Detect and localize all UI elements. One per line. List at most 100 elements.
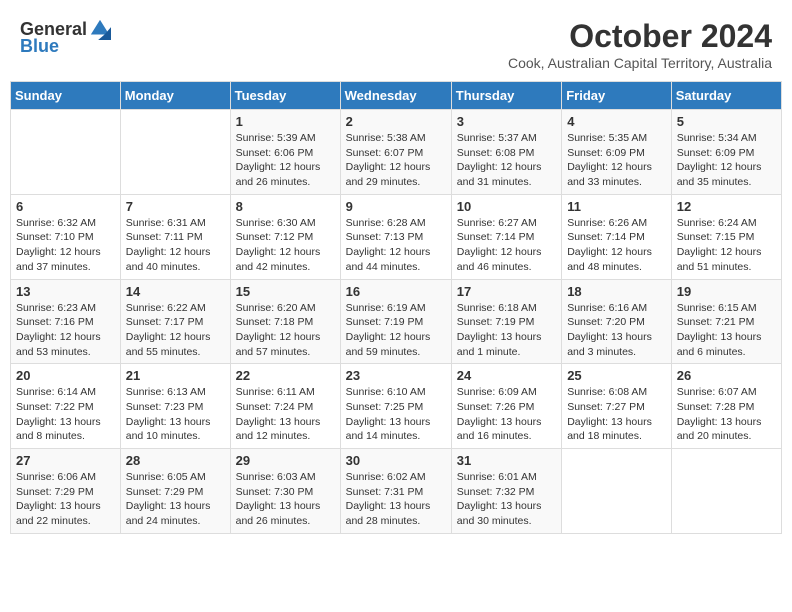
calendar-cell [120,110,230,195]
calendar-cell: 4 Sunrise: 5:35 AM Sunset: 6:09 PM Daylig… [562,110,672,195]
calendar-cell: 6 Sunrise: 6:32 AM Sunset: 7:10 PM Daylig… [11,194,121,279]
day-header-wednesday: Wednesday [340,82,451,110]
day-info: Sunrise: 6:08 AM Sunset: 7:27 PM Dayligh… [567,385,666,444]
day-number: 17 [457,284,556,299]
location-text: Cook, Australian Capital Territory, Aust… [508,55,772,71]
calendar-cell: 9 Sunrise: 6:28 AM Sunset: 7:13 PM Daylig… [340,194,451,279]
day-info: Sunrise: 5:39 AM Sunset: 6:06 PM Dayligh… [236,131,335,190]
calendar-cell: 3 Sunrise: 5:37 AM Sunset: 6:08 PM Daylig… [451,110,561,195]
day-info: Sunrise: 6:18 AM Sunset: 7:19 PM Dayligh… [457,301,556,360]
day-header-sunday: Sunday [11,82,121,110]
day-info: Sunrise: 6:27 AM Sunset: 7:14 PM Dayligh… [457,216,556,275]
calendar-cell: 25 Sunrise: 6:08 AM Sunset: 7:27 PM Dayli… [562,364,672,449]
month-title: October 2024 [508,18,772,55]
day-number: 8 [236,199,335,214]
calendar-table: SundayMondayTuesdayWednesdayThursdayFrid… [10,81,782,534]
day-number: 26 [677,368,776,383]
day-info: Sunrise: 5:38 AM Sunset: 6:07 PM Dayligh… [346,131,446,190]
logo-icon [89,18,111,40]
calendar-cell: 30Sunrise: 6:02 AM Sunset: 7:31 PM Dayli… [340,449,451,534]
day-number: 9 [346,199,446,214]
day-number: 28 [126,453,225,468]
calendar-cell: 17 Sunrise: 6:18 AM Sunset: 7:19 PM Dayli… [451,279,561,364]
day-number: 21 [126,368,225,383]
calendar-cell: 2 Sunrise: 5:38 AM Sunset: 6:07 PM Daylig… [340,110,451,195]
day-info: Sunrise: 6:10 AM Sunset: 7:25 PM Dayligh… [346,385,446,444]
day-info: Sunrise: 5:35 AM Sunset: 6:09 PM Dayligh… [567,131,666,190]
day-number: 1 [236,114,335,129]
logo-blue-text: Blue [20,36,59,57]
calendar-week-row: 20Sunrise: 6:14 AM Sunset: 7:22 PM Dayli… [11,364,782,449]
calendar-cell: 31Sunrise: 6:01 AM Sunset: 7:32 PM Dayli… [451,449,561,534]
day-number: 27 [16,453,115,468]
calendar-cell: 22 Sunrise: 6:11 AM Sunset: 7:24 PM Dayli… [230,364,340,449]
day-number: 13 [16,284,115,299]
day-number: 31 [457,453,556,468]
calendar-cell: 19 Sunrise: 6:15 AM Sunset: 7:21 PM Dayli… [671,279,781,364]
day-number: 22 [236,368,335,383]
calendar-cell [11,110,121,195]
calendar-cell: 13 Sunrise: 6:23 AM Sunset: 7:16 PM Dayli… [11,279,121,364]
day-info: Sunrise: 6:20 AM Sunset: 7:18 PM Dayligh… [236,301,335,360]
calendar-cell: 8Sunrise: 6:30 AM Sunset: 7:12 PM Daylig… [230,194,340,279]
day-number: 16 [346,284,446,299]
day-number: 4 [567,114,666,129]
day-number: 5 [677,114,776,129]
calendar-week-row: 1 Sunrise: 5:39 AM Sunset: 6:06 PM Daylig… [11,110,782,195]
calendar-week-row: 13 Sunrise: 6:23 AM Sunset: 7:16 PM Dayli… [11,279,782,364]
calendar-cell: 18 Sunrise: 6:16 AM Sunset: 7:20 PM Dayli… [562,279,672,364]
day-info: Sunrise: 6:03 AM Sunset: 7:30 PM Dayligh… [236,470,335,529]
day-number: 29 [236,453,335,468]
calendar-cell: 7 Sunrise: 6:31 AM Sunset: 7:11 PM Daylig… [120,194,230,279]
day-info: Sunrise: 6:09 AM Sunset: 7:26 PM Dayligh… [457,385,556,444]
calendar-cell [671,449,781,534]
day-header-tuesday: Tuesday [230,82,340,110]
day-header-monday: Monday [120,82,230,110]
day-info: Sunrise: 6:13 AM Sunset: 7:23 PM Dayligh… [126,385,225,444]
day-info: Sunrise: 6:11 AM Sunset: 7:24 PM Dayligh… [236,385,335,444]
day-number: 6 [16,199,115,214]
day-number: 15 [236,284,335,299]
calendar-cell: 20Sunrise: 6:14 AM Sunset: 7:22 PM Dayli… [11,364,121,449]
day-header-thursday: Thursday [451,82,561,110]
calendar-cell: 11 Sunrise: 6:26 AM Sunset: 7:14 PM Dayli… [562,194,672,279]
day-info: Sunrise: 6:32 AM Sunset: 7:10 PM Dayligh… [16,216,115,275]
day-info: Sunrise: 6:28 AM Sunset: 7:13 PM Dayligh… [346,216,446,275]
calendar-cell: 27Sunrise: 6:06 AM Sunset: 7:29 PM Dayli… [11,449,121,534]
day-info: Sunrise: 6:14 AM Sunset: 7:22 PM Dayligh… [16,385,115,444]
calendar-header-row: SundayMondayTuesdayWednesdayThursdayFrid… [11,82,782,110]
day-number: 10 [457,199,556,214]
day-number: 3 [457,114,556,129]
day-info: Sunrise: 5:37 AM Sunset: 6:08 PM Dayligh… [457,131,556,190]
day-number: 14 [126,284,225,299]
day-info: Sunrise: 6:31 AM Sunset: 7:11 PM Dayligh… [126,216,225,275]
calendar-cell: 28 Sunrise: 6:05 AM Sunset: 7:29 PM Dayli… [120,449,230,534]
day-number: 19 [677,284,776,299]
calendar-cell: 29 Sunrise: 6:03 AM Sunset: 7:30 PM Dayli… [230,449,340,534]
calendar-cell: 21 Sunrise: 6:13 AM Sunset: 7:23 PM Dayli… [120,364,230,449]
day-number: 2 [346,114,446,129]
day-header-friday: Friday [562,82,672,110]
day-info: Sunrise: 6:02 AM Sunset: 7:31 PM Dayligh… [346,470,446,529]
day-info: Sunrise: 6:05 AM Sunset: 7:29 PM Dayligh… [126,470,225,529]
day-info: Sunrise: 6:16 AM Sunset: 7:20 PM Dayligh… [567,301,666,360]
day-number: 18 [567,284,666,299]
calendar-week-row: 6 Sunrise: 6:32 AM Sunset: 7:10 PM Daylig… [11,194,782,279]
calendar-cell: 24Sunrise: 6:09 AM Sunset: 7:26 PM Dayli… [451,364,561,449]
day-info: Sunrise: 6:23 AM Sunset: 7:16 PM Dayligh… [16,301,115,360]
day-number: 12 [677,199,776,214]
calendar-cell: 5 Sunrise: 5:34 AM Sunset: 6:09 PM Daylig… [671,110,781,195]
calendar-cell: 16Sunrise: 6:19 AM Sunset: 7:19 PM Dayli… [340,279,451,364]
day-info: Sunrise: 5:34 AM Sunset: 6:09 PM Dayligh… [677,131,776,190]
day-number: 25 [567,368,666,383]
day-info: Sunrise: 6:26 AM Sunset: 7:14 PM Dayligh… [567,216,666,275]
calendar-cell: 1 Sunrise: 5:39 AM Sunset: 6:06 PM Daylig… [230,110,340,195]
day-info: Sunrise: 6:15 AM Sunset: 7:21 PM Dayligh… [677,301,776,360]
calendar-cell: 12Sunrise: 6:24 AM Sunset: 7:15 PM Dayli… [671,194,781,279]
day-number: 11 [567,199,666,214]
day-header-saturday: Saturday [671,82,781,110]
day-info: Sunrise: 6:22 AM Sunset: 7:17 PM Dayligh… [126,301,225,360]
day-number: 7 [126,199,225,214]
calendar-cell: 26Sunrise: 6:07 AM Sunset: 7:28 PM Dayli… [671,364,781,449]
calendar-cell: 14 Sunrise: 6:22 AM Sunset: 7:17 PM Dayli… [120,279,230,364]
